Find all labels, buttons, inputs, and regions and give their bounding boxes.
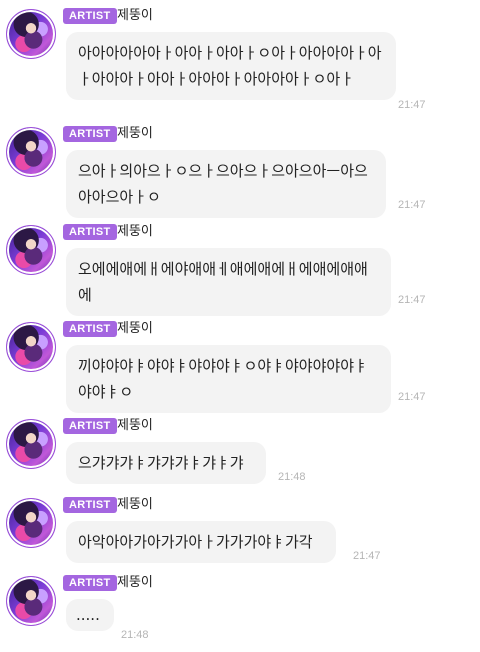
sender-name: 제뚱이: [117, 8, 153, 23]
avatar[interactable]: [6, 127, 56, 177]
sender-name: 제뚱이: [117, 321, 153, 336]
message-bubble[interactable]: 아악아아가아가가아ㅏ가가가야ㅑ가각: [66, 521, 336, 563]
artist-badge: ARTIST: [63, 224, 117, 240]
artist-badge: ARTIST: [63, 126, 117, 142]
message-time: 21:47: [398, 391, 426, 403]
artist-badge: ARTIST: [63, 8, 117, 24]
avatar[interactable]: [6, 225, 56, 275]
avatar[interactable]: [6, 498, 56, 548]
message-time: 21:48: [121, 629, 149, 641]
message-time: 21:47: [398, 294, 426, 306]
artist-badge: ARTIST: [63, 321, 117, 337]
message-bubble[interactable]: 끼야야야ㅑ야야ㅑ야야야ㅑㅇ야ㅑ야야야야야ㅑ야야ㅑㅇ: [66, 345, 391, 413]
artist-badge: ARTIST: [63, 575, 117, 591]
avatar[interactable]: [6, 576, 56, 626]
avatar[interactable]: [6, 419, 56, 469]
message-bubble[interactable]: 오에에애에ㅐ에야애애ㅔ애에애에ㅐ에애에애애에: [66, 248, 391, 316]
message-time: 21:47: [398, 199, 426, 211]
message-bubble[interactable]: 아아아아아아ㅏ아아ㅏ아아ㅏㅇ아ㅏ아아아아ㅏ아ㅏ아아아ㅏ아아ㅏ아아아ㅏ아아아아ㅏㅇ…: [66, 32, 396, 100]
message-bubble[interactable]: 으아ㅏ의아으ㅏㅇ으ㅏ으아으ㅏ으아으아ㅡ아으아아으아ㅏㅇ: [66, 150, 386, 218]
message-time: 21:48: [278, 471, 306, 483]
avatar[interactable]: [6, 322, 56, 372]
message-time: 21:47: [398, 99, 426, 111]
sender-name: 제뚱이: [117, 224, 153, 239]
message-time: 21:47: [353, 550, 381, 562]
artist-badge: ARTIST: [63, 418, 117, 434]
sender-name: 제뚱이: [117, 418, 153, 433]
sender-name: 제뚱이: [117, 497, 153, 512]
sender-name: 제뚱이: [117, 575, 153, 590]
artist-badge: ARTIST: [63, 497, 117, 513]
message-bubble[interactable]: 으갸갸갸ㅑ갸갸갸ㅑ갸ㅑ갸: [66, 442, 266, 484]
message-bubble[interactable]: .....: [66, 599, 114, 631]
sender-name: 제뚱이: [117, 126, 153, 141]
avatar[interactable]: [6, 9, 56, 59]
